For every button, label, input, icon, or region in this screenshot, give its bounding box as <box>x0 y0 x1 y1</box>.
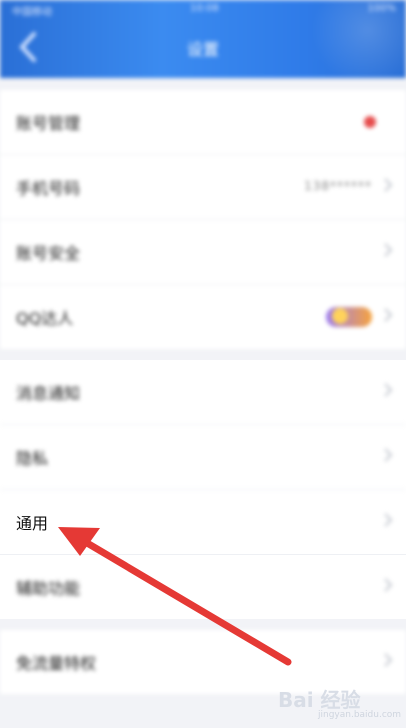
row-label: 账号安全 <box>16 244 81 263</box>
settings-row-accessibility[interactable]: 辅助功能 <box>0 555 406 619</box>
qq-badge-icon <box>326 307 372 327</box>
chevron-right-icon <box>384 383 393 397</box>
clock-text: 10:08 <box>190 3 219 14</box>
red-dot-badge <box>364 116 376 128</box>
settings-section-2: 消息通知 隐私 通用 辅助功能 <box>0 360 406 619</box>
chevron-right-icon <box>384 578 393 592</box>
settings-row-account[interactable]: 账号管理 <box>0 90 406 155</box>
settings-row-privacy[interactable]: 隐私 <box>0 425 406 490</box>
watermark-logo: Bai 经验 jingyan.baidu.com <box>278 682 402 722</box>
settings-section-1: 账号管理 手机号码 138****** 账号安全 QQ达人 <box>0 90 406 349</box>
chevron-right-icon <box>384 308 393 322</box>
page-title: 设置 <box>186 40 219 59</box>
settings-row-security[interactable]: 账号安全 <box>0 220 406 285</box>
star-icon <box>332 308 348 324</box>
carrier-text: 中国移动 <box>12 7 52 18</box>
chevron-right-icon <box>384 243 393 257</box>
row-label: QQ达人 <box>16 309 74 328</box>
status-bar: 中国移动 10:08 100% <box>0 0 406 18</box>
row-label: 隐私 <box>16 449 49 468</box>
settings-row-general[interactable]: 通用 <box>0 490 406 555</box>
chevron-right-icon <box>384 513 393 527</box>
row-label: 免流量特权 <box>16 654 97 673</box>
battery-text: 100% <box>367 3 396 14</box>
chevron-right-icon <box>384 448 393 462</box>
chevron-right-icon <box>384 653 393 667</box>
settings-row-qq-expert[interactable]: QQ达人 <box>0 285 406 349</box>
row-label: 消息通知 <box>16 384 81 403</box>
row-label: 账号管理 <box>16 114 81 133</box>
row-label: 辅助功能 <box>16 579 81 598</box>
top-bar: 中国移动 10:08 100% 设置 <box>0 0 406 78</box>
phone-value: 138****** <box>304 179 372 193</box>
watermark-text: Bai 经验 <box>278 688 361 712</box>
row-label-general: 通用 <box>16 514 49 533</box>
settings-row-notifications[interactable]: 消息通知 <box>0 360 406 425</box>
chevron-right-icon <box>384 178 393 192</box>
settings-row-phone[interactable]: 手机号码 138****** <box>0 155 406 220</box>
row-label: 手机号码 <box>16 179 81 198</box>
watermark-subtext: jingyan.baidu.com <box>318 710 402 720</box>
